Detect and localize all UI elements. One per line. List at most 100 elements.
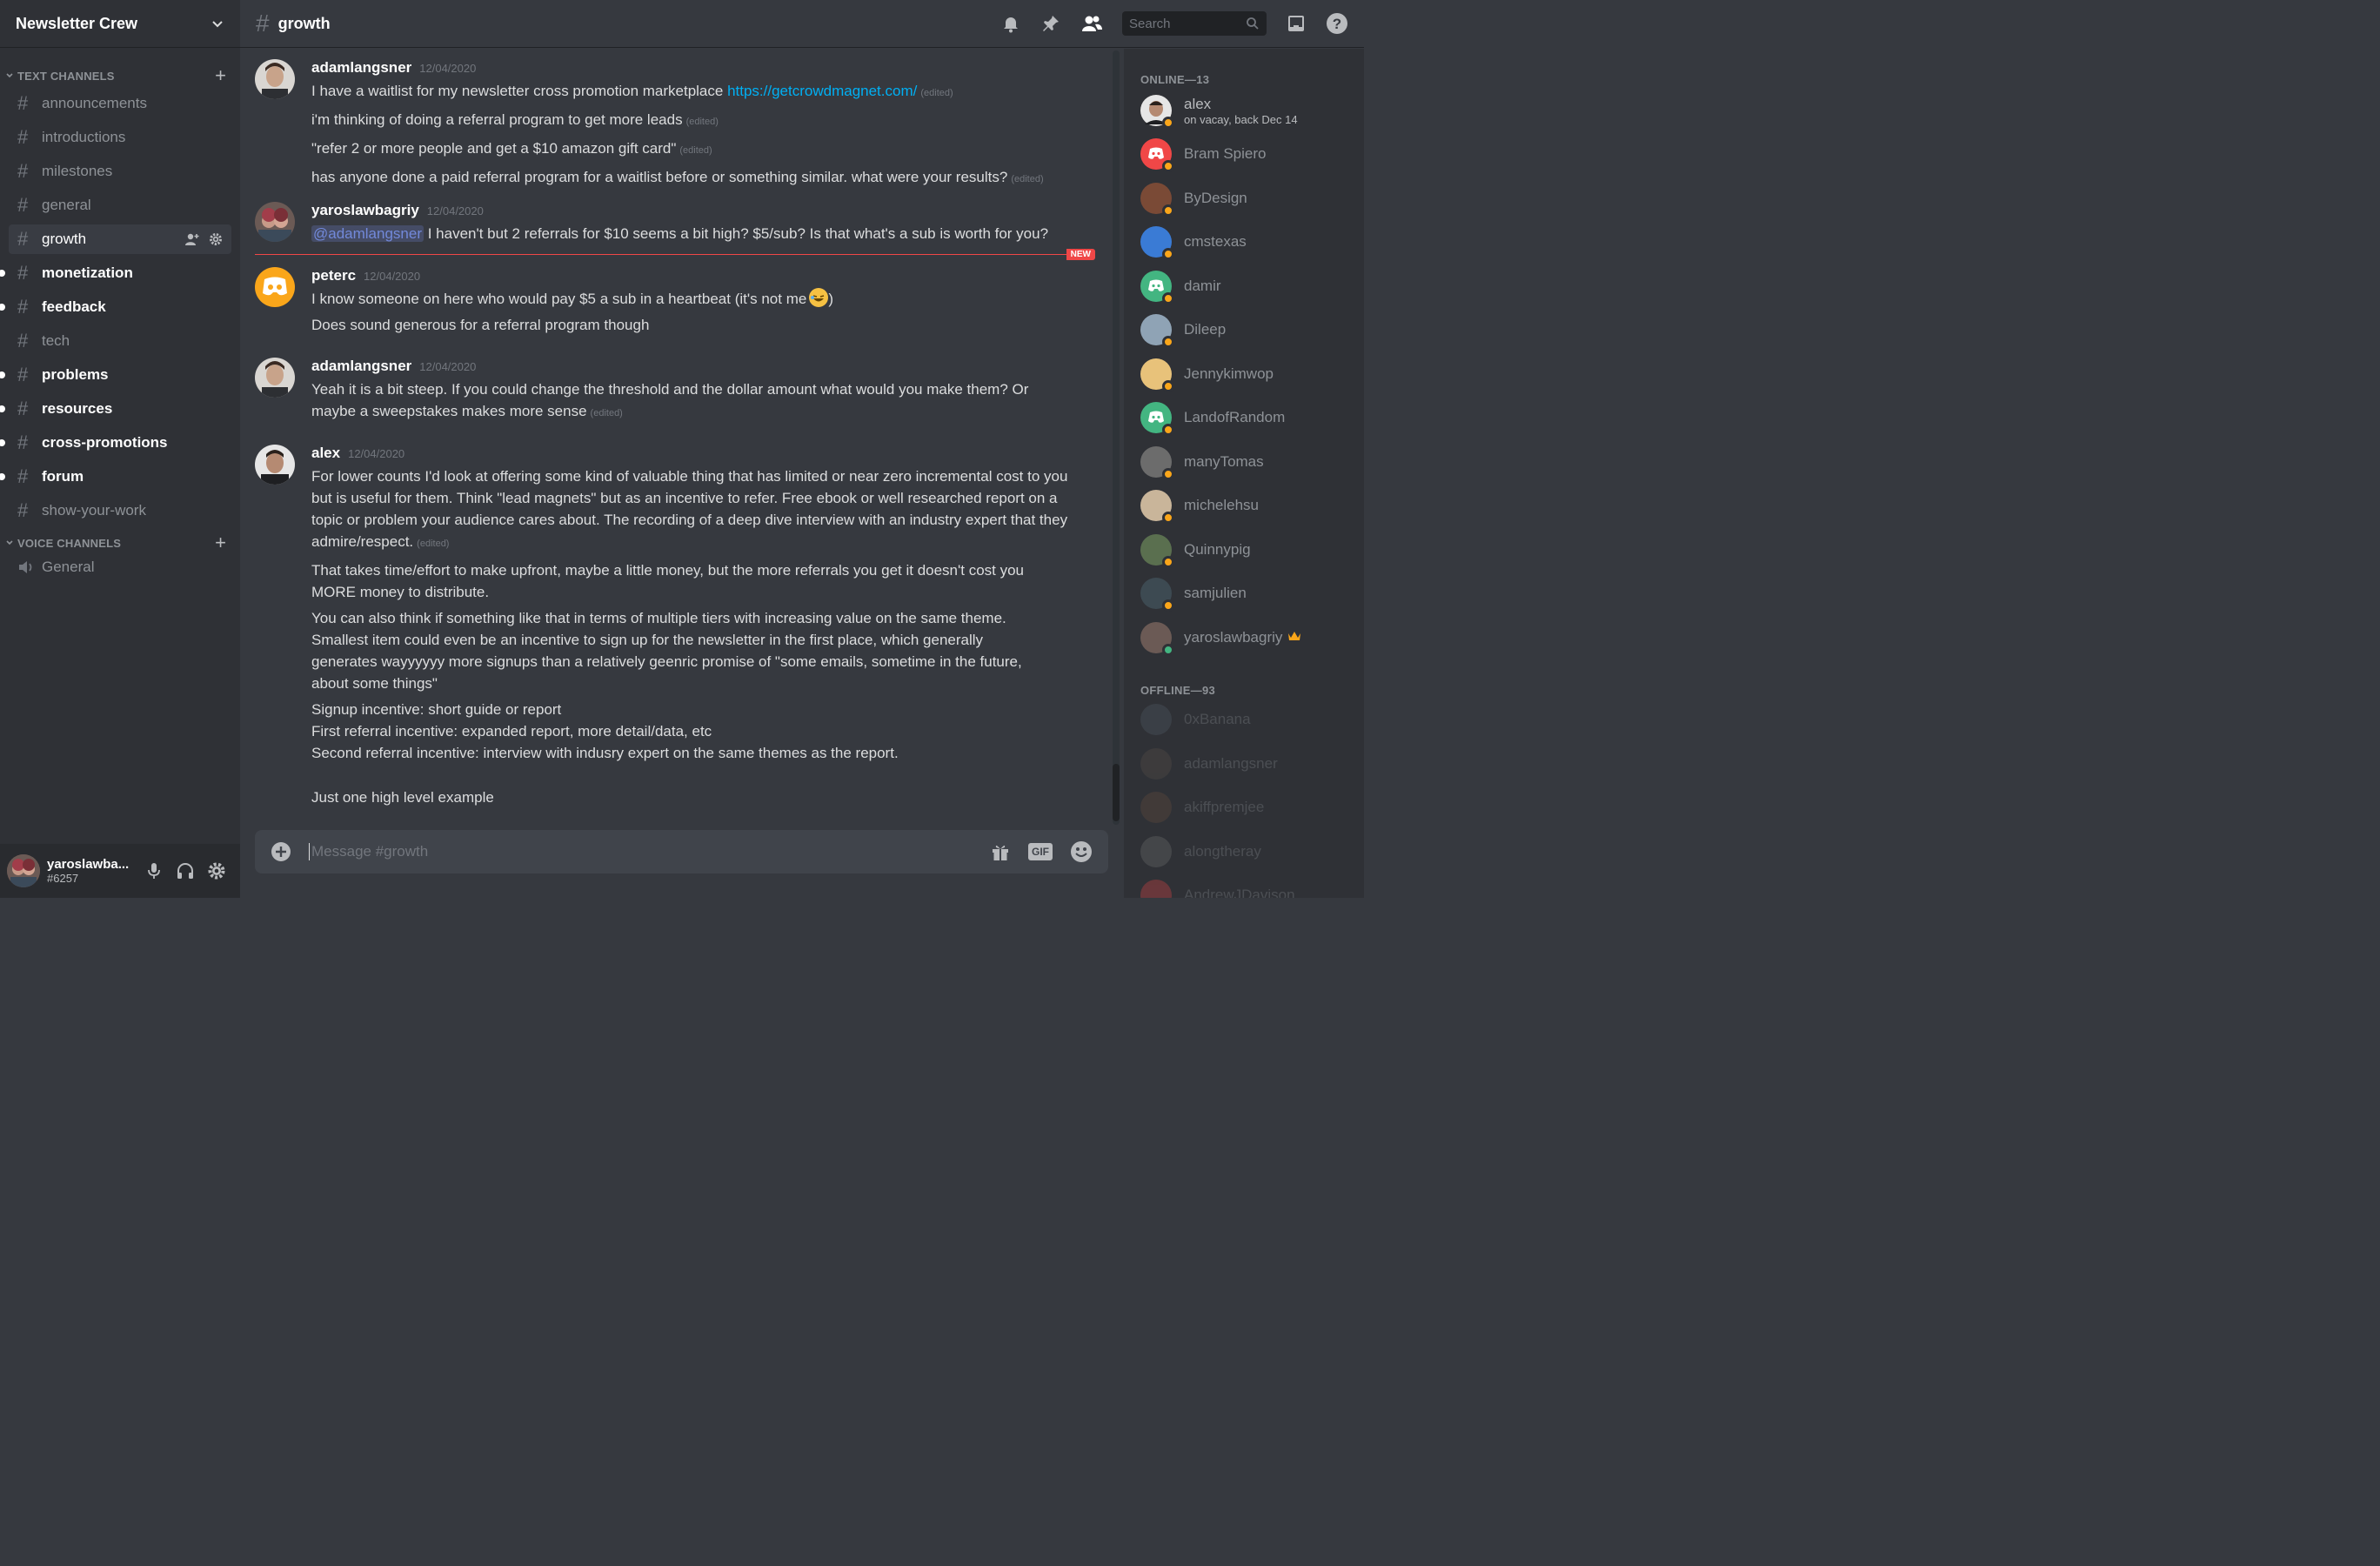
message-line: First referral incentive: expanded repor… bbox=[311, 720, 1090, 742]
microphone-icon[interactable] bbox=[144, 861, 164, 880]
message-link[interactable]: https://getcrowdmagnet.com/ bbox=[727, 83, 917, 99]
channel-label: tech bbox=[42, 332, 70, 349]
composer-tools: GIF bbox=[990, 840, 1093, 863]
edited-label: (edited) bbox=[685, 117, 719, 127]
member-item[interactable]: Dileep bbox=[1140, 311, 1358, 349]
scroll-thumb[interactable] bbox=[1113, 764, 1120, 821]
voice-channels-category[interactable]: VOICE CHANNELS + bbox=[0, 533, 240, 552]
bell-icon[interactable] bbox=[1000, 13, 1021, 34]
avatar[interactable] bbox=[7, 854, 40, 887]
message-composer: GIF bbox=[255, 830, 1108, 873]
message-input[interactable] bbox=[309, 843, 990, 860]
add-channel-icon[interactable]: + bbox=[215, 66, 226, 85]
channel-general[interactable]: # general bbox=[9, 191, 231, 220]
member-item[interactable]: Bram Spiero bbox=[1140, 135, 1358, 173]
search-input[interactable] bbox=[1129, 16, 1233, 31]
channel-label: forum bbox=[42, 468, 84, 485]
member-item[interactable]: alex on vacay, back Dec 14 bbox=[1140, 91, 1358, 130]
channel-introductions[interactable]: # introductions bbox=[9, 123, 231, 152]
search-bar[interactable] bbox=[1122, 11, 1267, 36]
edited-label: (edited) bbox=[679, 145, 712, 156]
category-label: TEXT CHANNELS bbox=[17, 69, 115, 83]
username: yaroslawba... bbox=[47, 857, 130, 872]
member-list-icon[interactable] bbox=[1080, 13, 1103, 34]
member-item[interactable]: LandofRandom bbox=[1140, 398, 1358, 437]
gift-icon[interactable] bbox=[990, 841, 1011, 862]
gif-button[interactable]: GIF bbox=[1028, 843, 1053, 860]
message-line: Second referral incentive: interview wit… bbox=[311, 742, 1090, 764]
channel-cross-promotions[interactable]: # cross-promotions bbox=[0, 428, 231, 458]
member-name: Dileep bbox=[1184, 321, 1227, 338]
message-author[interactable]: alex bbox=[311, 445, 340, 462]
add-attachment-icon[interactable] bbox=[271, 841, 291, 862]
gear-icon[interactable] bbox=[207, 861, 226, 880]
message-author[interactable]: adamlangsner bbox=[311, 358, 411, 375]
channel-problems[interactable]: # problems bbox=[0, 360, 231, 390]
headphones-icon[interactable] bbox=[176, 861, 195, 880]
member-item[interactable]: yaroslawbagriy bbox=[1140, 619, 1358, 657]
avatar[interactable] bbox=[255, 445, 295, 485]
server-header[interactable]: Newsletter Crew bbox=[0, 0, 240, 48]
chevron-down-icon bbox=[6, 540, 13, 545]
channel-forum[interactable]: # forum bbox=[0, 462, 231, 492]
avatar bbox=[1140, 880, 1172, 898]
channel-tech[interactable]: # tech bbox=[9, 326, 231, 356]
add-channel-icon[interactable]: + bbox=[215, 533, 226, 552]
avatar[interactable] bbox=[255, 59, 295, 99]
member-item[interactable]: 0xBanana bbox=[1140, 700, 1358, 739]
avatar bbox=[1140, 445, 1174, 480]
avatar bbox=[1140, 270, 1174, 304]
member-item[interactable]: Quinnypig bbox=[1140, 531, 1358, 569]
member-custom-status: on vacay, back Dec 14 bbox=[1184, 112, 1298, 126]
invite-user-icon[interactable] bbox=[184, 232, 200, 246]
idle-status-icon bbox=[1162, 555, 1174, 568]
help-icon[interactable]: ? bbox=[1326, 12, 1348, 35]
message-author[interactable]: adamlangsner bbox=[311, 59, 411, 77]
unread-indicator bbox=[0, 304, 5, 311]
channel-resources[interactable]: # resources bbox=[0, 394, 231, 424]
hash-icon: # bbox=[17, 296, 29, 318]
inbox-icon[interactable] bbox=[1286, 13, 1307, 34]
channel-feedback[interactable]: # feedback bbox=[0, 292, 231, 322]
member-item[interactable]: adamlangsner bbox=[1140, 745, 1358, 783]
member-item[interactable]: cmstexas bbox=[1140, 223, 1358, 261]
user-mention[interactable]: @adamlangsner bbox=[311, 225, 424, 242]
member-item[interactable]: Jennykimwop bbox=[1140, 355, 1358, 393]
member-item[interactable]: manyTomas bbox=[1140, 443, 1358, 481]
emoji-icon[interactable] bbox=[1070, 840, 1093, 863]
channel-monetization[interactable]: # monetization bbox=[0, 258, 231, 288]
message-scrollbar[interactable] bbox=[1113, 50, 1120, 825]
member-item[interactable]: alongtheray bbox=[1140, 833, 1358, 871]
avatar[interactable] bbox=[255, 358, 295, 398]
discord-app: Newsletter Crew TEXT CHANNELS + # announc… bbox=[0, 0, 1364, 898]
message-line: has anyone done a paid referral program … bbox=[311, 166, 1090, 191]
message-author[interactable]: peterc bbox=[311, 267, 356, 284]
member-name: damir bbox=[1184, 277, 1221, 294]
message-text: Signup incentive: short guide or report bbox=[311, 701, 562, 718]
member-item[interactable]: ByDesign bbox=[1140, 179, 1358, 218]
text-channels-category[interactable]: TEXT CHANNELS + bbox=[0, 66, 240, 85]
avatar[interactable] bbox=[255, 267, 295, 307]
idle-status-icon bbox=[1162, 160, 1174, 172]
voice-channel-general[interactable]: General bbox=[0, 552, 240, 582]
pin-icon[interactable] bbox=[1040, 13, 1061, 34]
member-item[interactable]: akiffpremjee bbox=[1140, 788, 1358, 826]
member-item[interactable]: damir bbox=[1140, 267, 1358, 305]
hash-icon: # bbox=[17, 194, 29, 216]
channel-announcements[interactable]: # announcements bbox=[9, 89, 231, 118]
message-line: i'm thinking of doing a referral program… bbox=[311, 109, 1090, 133]
member-item[interactable]: michelehsu bbox=[1140, 486, 1358, 525]
channel-growth[interactable]: # growth bbox=[9, 224, 231, 254]
member-item[interactable]: samjulien bbox=[1140, 574, 1358, 612]
avatar bbox=[1140, 490, 1174, 524]
message-group: adamlangsner 12/04/2020 I have a waitlist… bbox=[255, 59, 1090, 191]
message-author[interactable]: yaroslawbagriy bbox=[311, 202, 419, 219]
idle-status-icon bbox=[1162, 424, 1174, 436]
channel-label: monetization bbox=[42, 264, 133, 281]
channel-show-your-work[interactable]: # show-your-work bbox=[9, 496, 231, 525]
channel-milestones[interactable]: # milestones bbox=[9, 157, 231, 186]
member-item[interactable]: AndrewJDavison bbox=[1140, 876, 1358, 898]
message-timestamp: 12/04/2020 bbox=[348, 447, 405, 460]
gear-icon[interactable] bbox=[209, 232, 223, 246]
avatar[interactable] bbox=[255, 202, 295, 242]
